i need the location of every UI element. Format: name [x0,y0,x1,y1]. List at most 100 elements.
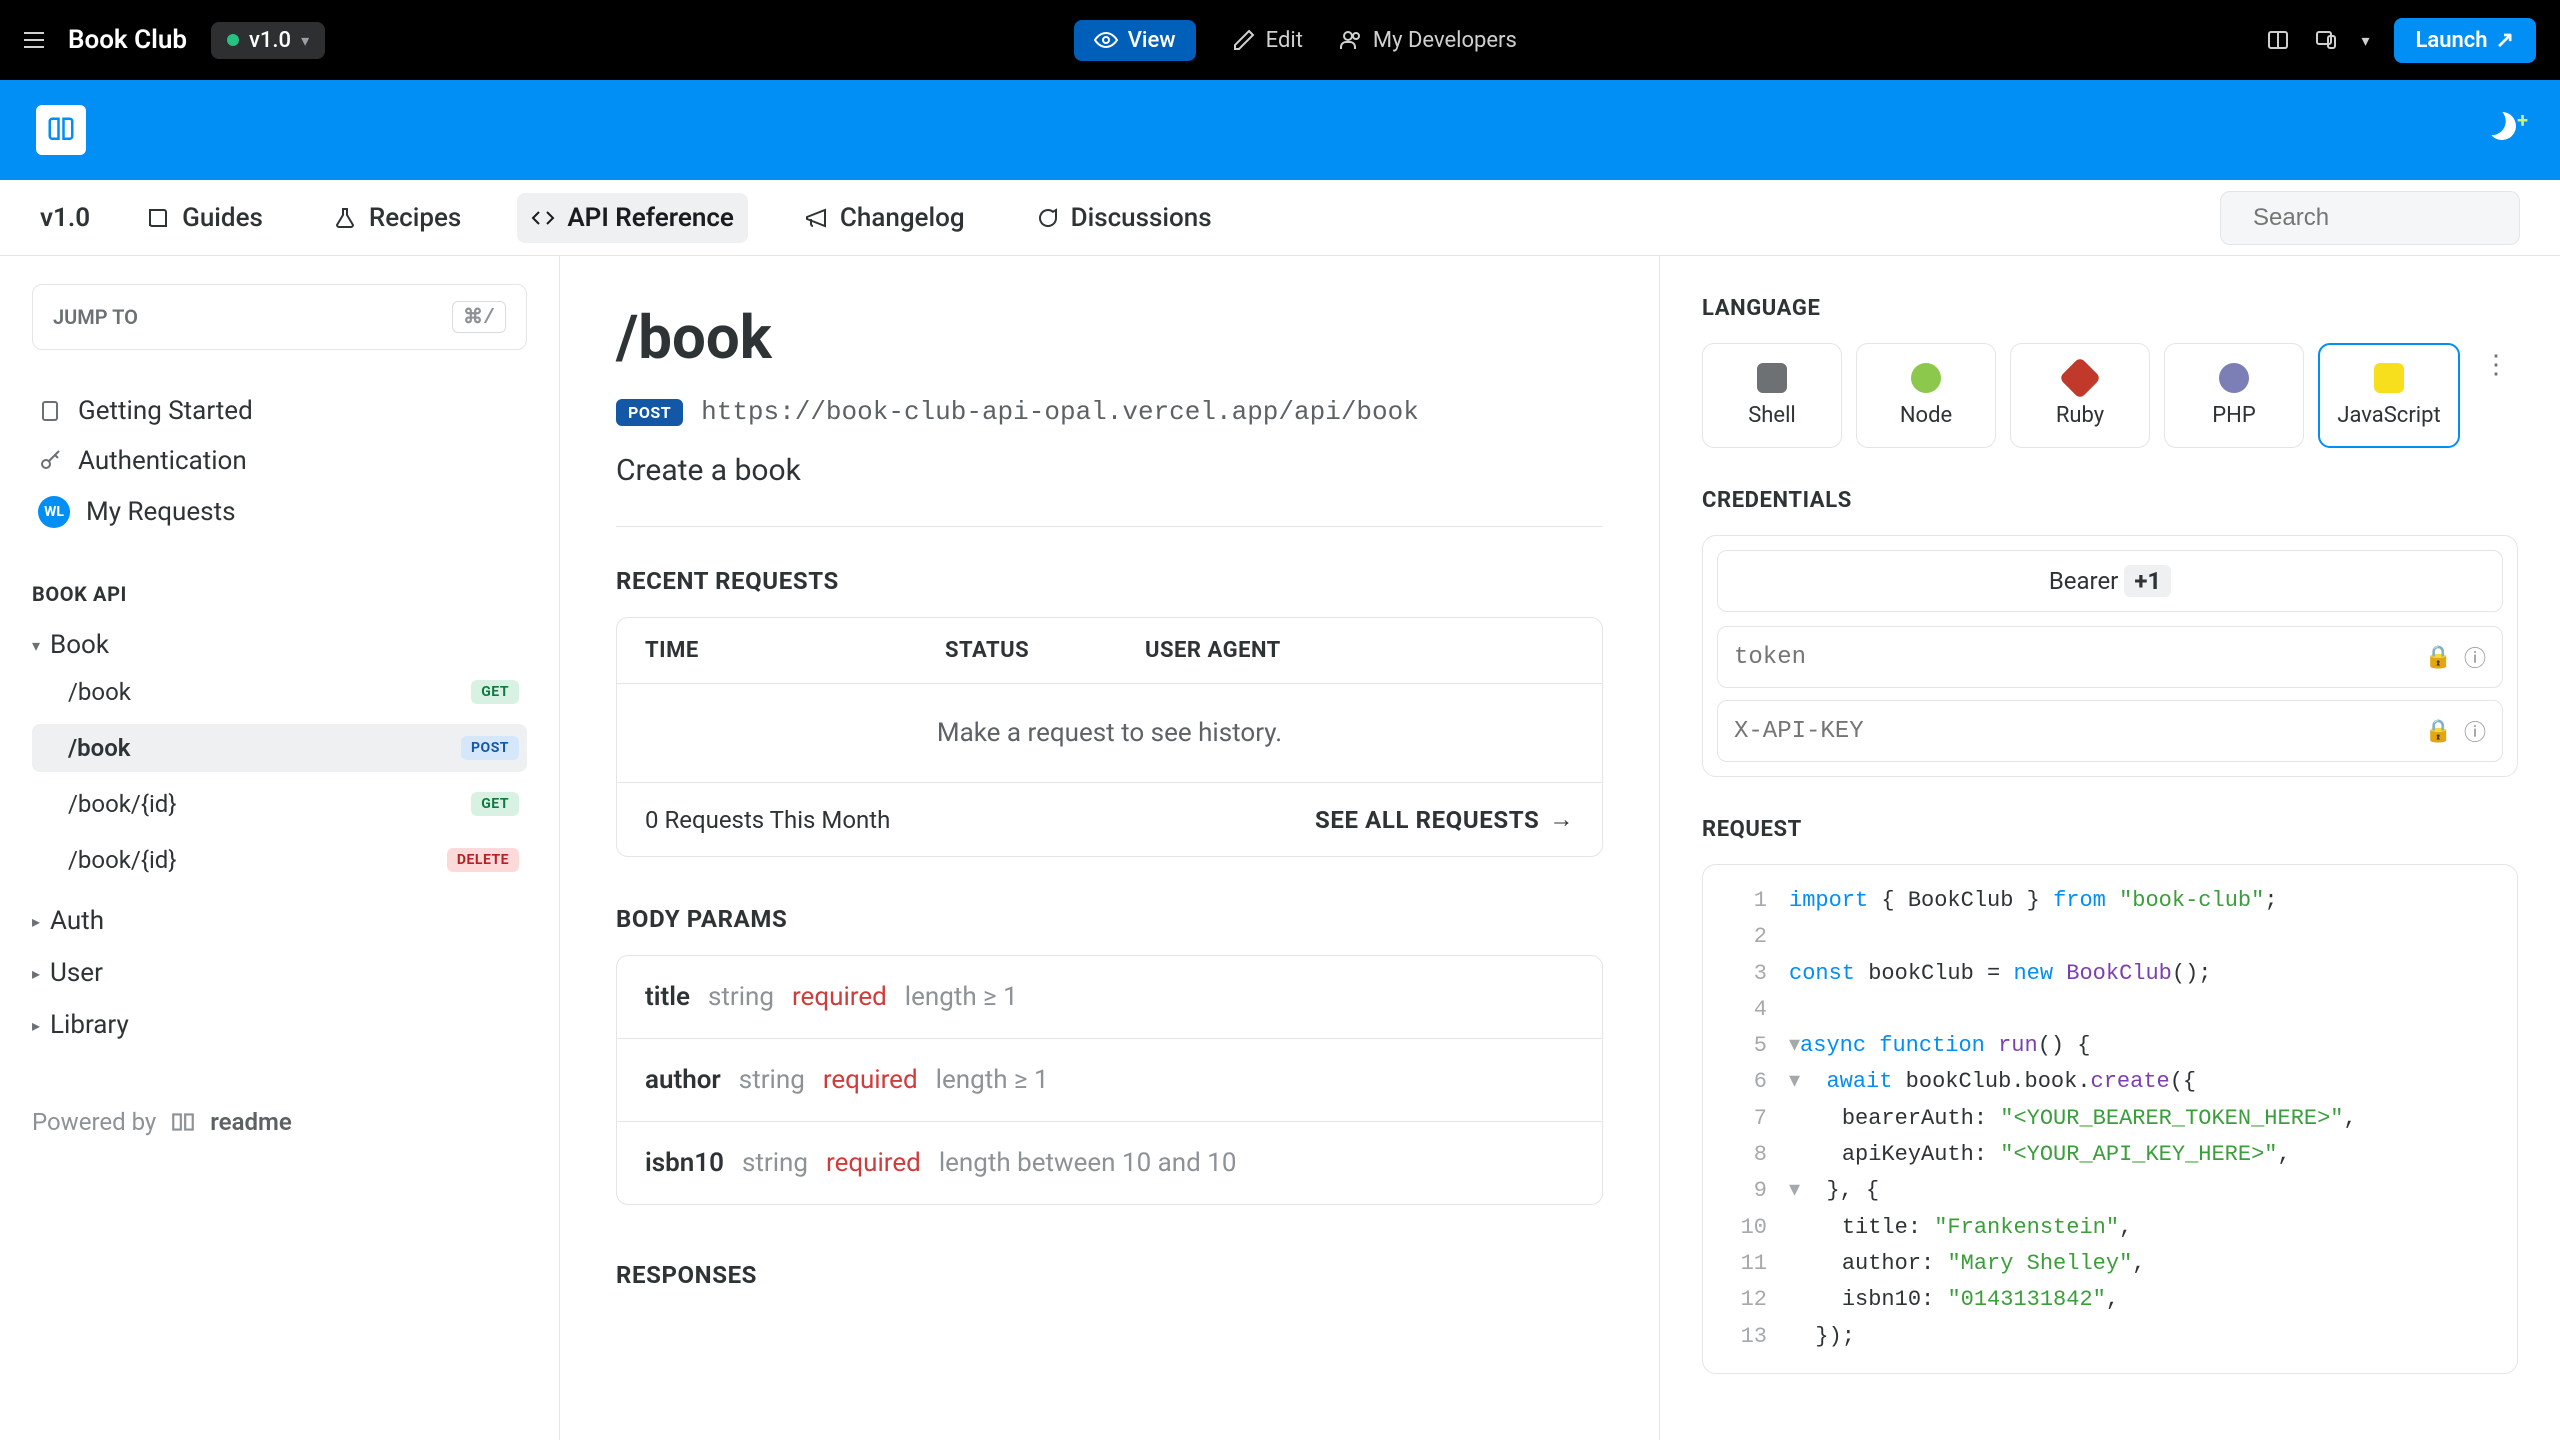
columns-icon[interactable] [2266,28,2290,52]
token-input[interactable] [1734,644,2413,671]
nav-api-reference[interactable]: API Reference [517,193,748,243]
edit-tab[interactable]: Edit [1232,28,1303,53]
view-label: View [1128,28,1176,53]
endpoint-book-get[interactable]: /book GET [32,668,527,716]
lang-php[interactable]: PHP [2164,343,2304,448]
param-type: string [708,982,774,1012]
responses-heading: RESPONSES [616,1261,1603,1289]
powered-label: Powered by [32,1108,156,1136]
lang-ruby[interactable]: Ruby [2010,343,2150,448]
sidebar-getting-started-label: Getting Started [78,396,253,426]
shell-icon [1757,363,1787,393]
sidebar-authentication[interactable]: Authentication [32,436,527,486]
status-dot-icon [227,34,239,46]
nav-guides[interactable]: Guides [132,193,277,243]
sidebar-heading: BOOK API [32,582,527,606]
credentials-box: Bearer+1 🔒 ⓘ 🔒 ⓘ [1702,535,2518,777]
version-label: v1.0 [249,28,291,53]
code-sample: 1import { BookClub } from "book-club"; 2… [1702,864,2518,1374]
tree-library-label: Library [50,1010,129,1040]
launch-button[interactable]: Launch ↗ [2394,18,2536,63]
endpoint-book-post[interactable]: /book POST [32,724,527,772]
recent-requests-heading: RECENT REQUESTS [616,567,1603,595]
lang-label: Shell [1748,403,1796,428]
requests-count: 0 Requests This Month [645,806,890,834]
param-author[interactable]: author string required length ≥ 1 [617,1039,1602,1122]
method-badge: GET [471,680,519,704]
brand-logo[interactable] [36,105,86,155]
lock-icon[interactable]: 🔒 [2425,645,2452,670]
nav-changelog[interactable]: Changelog [790,193,979,243]
search-box[interactable]: ⌘K [2220,191,2520,245]
param-hint: length between 10 and 10 [939,1148,1237,1178]
see-all-requests-link[interactable]: SEE ALL REQUESTS → [1315,805,1574,834]
bearer-selector[interactable]: Bearer+1 [1717,550,2503,612]
chevron-down-icon[interactable]: ▾ [2362,31,2370,50]
bearer-label: Bearer [2049,567,2119,595]
tree-user[interactable]: ▸ User [32,958,527,988]
project-name: Book Club [68,25,187,55]
nav-recipes[interactable]: Recipes [319,193,475,243]
pencil-icon [1232,28,1256,52]
tree-auth-label: Auth [50,906,104,936]
developers-label: My Developers [1373,28,1517,53]
apikey-input[interactable] [1734,718,2413,745]
version-selector[interactable]: v1.0 ▾ [211,22,325,59]
requests-empty-state: Make a request to see history. [617,684,1602,783]
lock-icon[interactable]: 🔒 [2425,719,2452,744]
menu-icon[interactable] [24,32,44,48]
sidebar-getting-started[interactable]: Getting Started [32,386,527,436]
param-name: author [645,1065,721,1095]
info-icon[interactable]: ⓘ [2464,715,2486,747]
tree-user-label: User [50,958,103,988]
megaphone-icon [804,206,828,230]
nav-recipes-label: Recipes [369,203,461,233]
nav-discussions[interactable]: Discussions [1021,193,1226,243]
th-user-agent: USER AGENT [1145,638,1281,663]
jump-to[interactable]: JUMP TO ⌘/ [32,284,527,350]
param-type: string [742,1148,808,1178]
caret-right-icon: ▸ [32,1016,40,1035]
php-icon [2219,363,2249,393]
param-type: string [739,1065,805,1095]
endpoint-book-id-get[interactable]: /book/{id} GET [32,780,527,828]
developers-tab[interactable]: My Developers [1339,28,1517,53]
endpoint-path: /book/{id} [68,846,176,874]
launch-label: Launch [2416,28,2488,53]
endpoint-path: /book [68,734,130,762]
tree-library[interactable]: ▸ Library [32,1010,527,1040]
info-icon[interactable]: ⓘ [2464,641,2486,673]
avatar: WL [38,496,70,528]
search-input[interactable] [2253,204,2560,232]
body-params-heading: BODY PARAMS [616,905,1603,933]
endpoint-path: /book [68,678,131,706]
code-icon [531,206,555,230]
sidebar-my-requests[interactable]: WL My Requests [32,486,527,538]
readme-label: readme [210,1108,292,1136]
endpoint-book-id-delete[interactable]: /book/{id} DELETE [32,836,527,884]
book-icon [146,206,170,230]
nav-version[interactable]: v1.0 [40,203,90,233]
theme-toggle[interactable]: + [2488,112,2524,148]
lang-more[interactable]: ⋮ [2474,343,2518,387]
body-params-box: title string required length ≥ 1 author … [616,955,1603,1205]
recent-requests-table: TIME STATUS USER AGENT Make a request to… [616,617,1603,857]
view-tab[interactable]: View [1074,20,1196,61]
powered-by[interactable]: Powered by readme [32,1108,527,1136]
param-title[interactable]: title string required length ≥ 1 [617,956,1602,1039]
tree-auth[interactable]: ▸ Auth [32,906,527,936]
external-link-icon: ↗ [2496,28,2514,53]
device-icon[interactable] [2314,28,2338,52]
eye-icon [1094,28,1118,52]
lang-javascript[interactable]: JavaScript [2318,343,2460,448]
lang-label: PHP [2212,403,2255,428]
see-all-label: SEE ALL REQUESTS [1315,806,1539,834]
jump-kbd: ⌘/ [452,301,506,333]
param-isbn10[interactable]: isbn10 string required length between 10… [617,1122,1602,1204]
moon-icon [2484,108,2520,144]
tree-book-label: Book [50,630,109,660]
lang-node[interactable]: Node [1856,343,1996,448]
lang-shell[interactable]: Shell [1702,343,1842,448]
code-block[interactable]: 1import { BookClub } from "book-club"; 2… [1703,865,2517,1373]
tree-book[interactable]: ▾ Book [32,630,527,660]
